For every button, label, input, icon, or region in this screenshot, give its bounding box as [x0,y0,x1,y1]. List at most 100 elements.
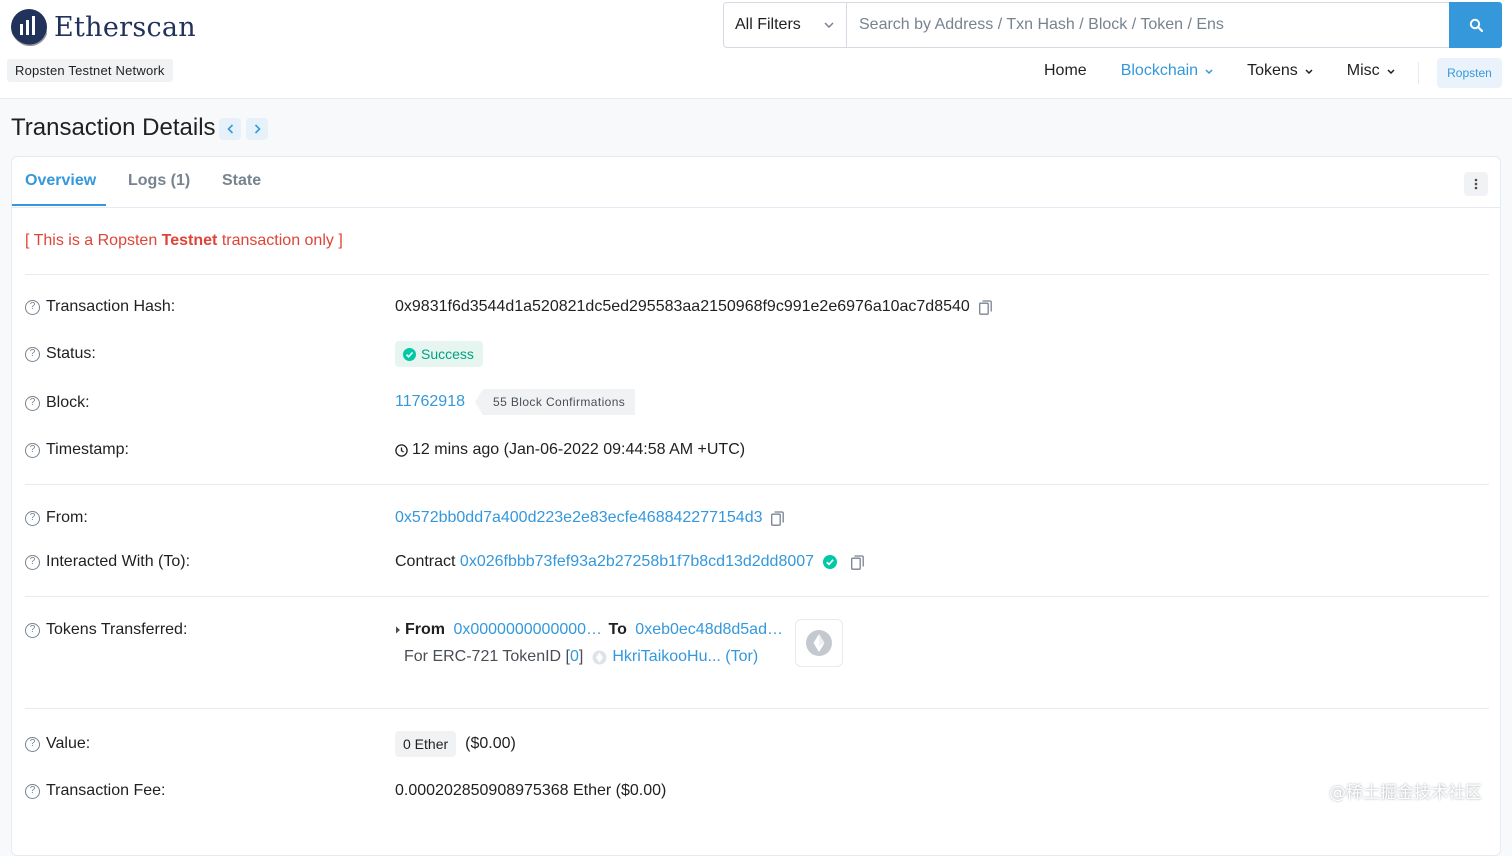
divider [25,596,1489,597]
token-to-link[interactable]: 0xeb0ec48d8d5ad… [635,621,783,639]
status-badge: Success [395,341,483,367]
status-text: Success [421,346,474,362]
ether-amount-badge: 0 Ether [395,731,457,757]
tx-hash-label-text: Transaction Hash: [46,298,176,315]
copy-icon[interactable] [978,299,992,315]
site-header: Etherscan Ropsten Testnet Network All Fi… [0,0,1512,99]
caret-right-icon[interactable] [395,626,401,634]
token-from-label: From [405,621,445,638]
more-options-button[interactable] [1464,172,1488,196]
fee-text: 0.000202850908975368 Ether ($0.00) [395,782,667,799]
nav-tokens[interactable]: Tokens [1247,62,1313,80]
nav-misc[interactable]: Misc [1347,62,1395,80]
from-label-text: From: [46,509,88,526]
divider [25,274,1489,275]
chevron-down-icon [824,22,834,28]
help-icon[interactable]: ? [25,736,40,752]
help-icon[interactable]: ? [25,299,40,315]
nav-blockchain[interactable]: Blockchain [1121,62,1213,80]
divider [25,708,1489,709]
value-label-text: Value: [46,735,91,752]
token-id-close: ] [578,648,584,665]
block-label: ? Block: [25,394,90,412]
token-id-link[interactable]: 0 [570,648,579,666]
to-label-text: Interacted With (To): [46,553,191,570]
help-icon[interactable]: ? [25,346,40,362]
contract-address-link[interactable]: 0x026fbbb73fef93a2b27258b1f7b8cd13d2dd80… [460,553,814,571]
tab-overview[interactable]: Overview [25,172,96,190]
search-icon [1469,18,1483,32]
etherscan-logo[interactable]: Etherscan [10,8,196,46]
next-transaction-button[interactable] [246,118,268,140]
block-number-link[interactable]: 11762918 [395,393,465,411]
testnet-notice: [ This is a Ropsten Testnet transaction … [25,232,343,250]
notice-suffix: transaction only ] [217,232,343,249]
network-switch-button[interactable]: Ropsten [1437,58,1502,88]
chevron-right-icon [254,124,261,134]
filter-dropdown[interactable]: All Filters [724,3,847,47]
divider [25,484,1489,485]
token-for-label: For ERC-721 TokenID [ [404,648,570,665]
transaction-card: Overview Logs (1) State [ This is a Rops… [11,156,1501,856]
timestamp-text: 12 mins ago (Jan-06-2022 09:44:58 AM +UT… [412,441,746,458]
etherscan-logo-icon [11,9,47,46]
from-address-link[interactable]: 0x572bb0dd7a400d223e2e83ecfe468842277154… [395,509,762,527]
token-image[interactable] [795,619,843,667]
main-nav: Home Blockchain Tokens Misc [1044,62,1429,80]
fee-label: ? Transaction Fee: [25,782,165,800]
prev-transaction-button[interactable] [219,118,241,140]
search-input[interactable] [847,3,1449,47]
help-icon[interactable]: ? [25,442,40,458]
token-name-link[interactable]: HkriTaikooHu... (Tor) [612,648,758,666]
token-icon [592,650,607,664]
help-icon[interactable]: ? [25,622,40,638]
block-value: 11762918 55 Block Confirmations [395,389,636,415]
status-label: ? Status: [25,345,96,363]
chevron-left-icon [226,124,233,134]
chevron-down-icon [1205,68,1213,74]
copy-icon[interactable] [851,554,864,570]
block-confirmations-badge: 55 Block Confirmations [475,389,636,415]
value-usd: ($0.00) [465,735,516,752]
page-title: Transaction Details [11,114,216,141]
help-icon[interactable]: ? [25,395,40,411]
block-label-text: Block: [46,394,90,411]
ethereum-icon [806,630,832,656]
search-button[interactable] [1449,2,1502,48]
nav-home[interactable]: Home [1044,62,1087,80]
help-icon[interactable]: ? [25,554,40,570]
token-id-line: For ERC-721 TokenID [0] HkriTaikooHu... … [404,648,758,666]
search-bar: All Filters [723,2,1502,48]
tab-bar: Overview Logs (1) State [12,157,1500,208]
tab-logs[interactable]: Logs (1) [128,172,190,190]
timestamp-label: ? Timestamp: [25,441,129,459]
notice-prefix: [ This is a Ropsten [25,232,162,249]
copy-icon[interactable] [771,510,785,526]
nav-home-label: Home [1044,62,1087,79]
status-value: Success [395,341,483,367]
tx-hash-text: 0x9831f6d3544d1a520821dc5ed295583aa21509… [395,298,970,315]
token-from-link[interactable]: 0x0000000000000… [453,621,602,639]
help-icon[interactable]: ? [25,510,40,526]
filter-label: All Filters [735,16,801,33]
logo-text: Etherscan [54,11,196,43]
from-label: ? From: [25,509,88,527]
chevron-down-icon [1387,68,1395,74]
chevron-down-icon [1305,68,1313,74]
network-badge: Ropsten Testnet Network [7,59,173,82]
nav-misc-label: Misc [1346,62,1380,79]
nav-blockchain-label: Blockchain [1120,62,1199,79]
tokens-label-text: Tokens Transferred: [46,621,188,638]
tab-state[interactable]: State [222,172,261,190]
check-circle-icon [403,347,416,361]
clock-icon [395,443,408,457]
to-value: Contract 0x026fbbb73fef93a2b27258b1f7b8c… [395,553,864,571]
help-icon[interactable]: ? [25,783,40,799]
token-transfer-line: From 0x0000000000000… To 0xeb0ec48d8d5ad… [395,621,783,639]
watermark: @稀土掘金技术社区 [1329,783,1482,803]
value-label: ? Value: [25,735,90,753]
fee-label-text: Transaction Fee: [46,782,166,799]
fee-value: 0.000202850908975368 Ether ($0.00) [395,782,666,800]
timestamp-label-text: Timestamp: [46,441,129,458]
token-to-label: To [608,621,627,638]
